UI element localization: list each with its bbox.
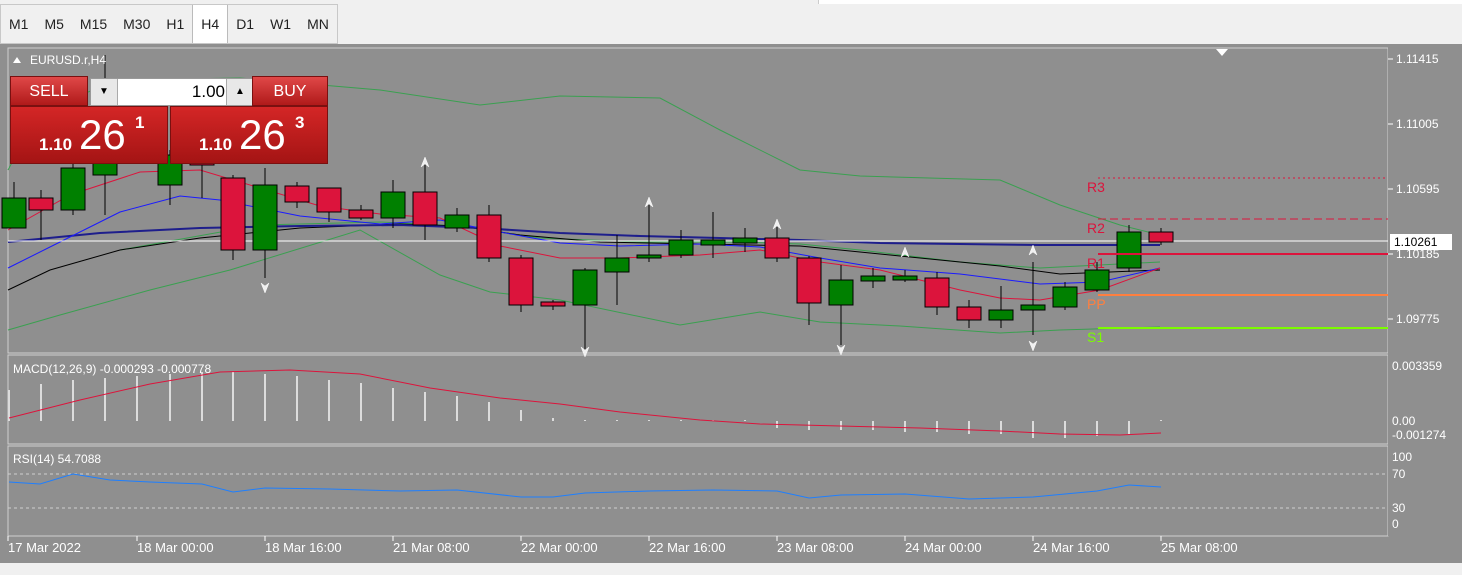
- time-axis-label: 22 Mar 16:00: [649, 540, 726, 555]
- candle-body: [1052, 286, 1078, 308]
- timeframe-h1[interactable]: H1: [158, 5, 192, 43]
- candle-body: [988, 309, 1014, 321]
- one-click-trading-panel: SELL ▼ 1.00 ▲ BUY 1.10 26 1 1.10 26 3: [10, 76, 328, 164]
- candle-body: [508, 257, 534, 306]
- candle-body: [764, 237, 790, 259]
- timeframe-m5[interactable]: M5: [36, 5, 71, 43]
- price-axis-label: 1.10595: [1396, 182, 1440, 196]
- lot-size-input[interactable]: ▼ 1.00 ▲: [90, 78, 254, 106]
- buy-price-prefix: 1.10: [199, 135, 233, 154]
- sell-price-big: 26: [79, 111, 126, 158]
- time-axis-label: 23 Mar 08:00: [777, 540, 854, 555]
- candle-body: [572, 269, 598, 306]
- bottom-tab-strip[interactable]: [0, 563, 1462, 570]
- candle-body: [732, 237, 758, 244]
- timeframe-mn[interactable]: MN: [299, 5, 337, 43]
- candle-body: [828, 279, 854, 306]
- rsi-axis-label: 100: [1392, 450, 1412, 464]
- macd-panel: [7, 354, 1389, 445]
- pivot-label: R2: [1087, 220, 1105, 236]
- candle-body: [1020, 304, 1046, 311]
- time-axis-label: 25 Mar 08:00: [1161, 540, 1238, 555]
- candle-body: [636, 254, 662, 259]
- sell-button[interactable]: SELL: [10, 76, 88, 106]
- timeframe-h4[interactable]: H4: [192, 5, 229, 43]
- buy-price-sup: 3: [295, 113, 305, 132]
- candle-body: [1084, 269, 1110, 291]
- rsi-panel: [7, 445, 1389, 537]
- candle-body: [1116, 231, 1142, 269]
- time-axis-label: 22 Mar 00:00: [521, 540, 598, 555]
- candle-body: [668, 239, 694, 256]
- candle-body: [284, 185, 310, 203]
- time-axis-label: 18 Mar 00:00: [137, 540, 214, 555]
- macd-label: MACD(12,26,9) -0.000293 -0.000778: [13, 362, 211, 376]
- timeframe-m1[interactable]: M1: [1, 5, 36, 43]
- candle-body: [476, 214, 502, 259]
- candle-body: [348, 209, 374, 219]
- top-scroll-track: [818, 0, 1462, 4]
- buy-price-big: 26: [239, 111, 286, 158]
- rsi-axis-label: 70: [1392, 467, 1406, 481]
- sell-price-box[interactable]: 1.10 26 1: [10, 106, 168, 164]
- timeframe-d1[interactable]: D1: [228, 5, 262, 43]
- macd-axis-label: -0.001274: [1392, 428, 1446, 442]
- lot-increase-icon[interactable]: ▲: [226, 79, 253, 105]
- macd-axis-label: 0.00: [1392, 414, 1416, 428]
- candle-body: [1148, 231, 1174, 243]
- pivot-label: S1: [1087, 329, 1104, 345]
- candle-body: [892, 275, 918, 281]
- price-axis-label: 1.11415: [1396, 52, 1439, 66]
- candle-body: [924, 277, 950, 308]
- rsi-label: RSI(14) 54.7088: [13, 452, 101, 466]
- time-axis-label: 24 Mar 00:00: [905, 540, 982, 555]
- rsi-axis-label: 0: [1392, 517, 1399, 531]
- candle-body: [316, 187, 342, 213]
- candle-body: [604, 257, 630, 273]
- timeframe-m15[interactable]: M15: [72, 5, 115, 43]
- time-axis-label: 18 Mar 16:00: [265, 540, 342, 555]
- candle-body: [60, 167, 86, 211]
- candle-body: [380, 191, 406, 219]
- candle-body: [252, 184, 278, 251]
- candle-body: [412, 191, 438, 226]
- time-axis-label: 17 Mar 2022: [8, 540, 81, 555]
- candle-body: [1, 197, 27, 229]
- time-axis-label: 24 Mar 16:00: [1033, 540, 1110, 555]
- sell-price-prefix: 1.10: [39, 135, 73, 154]
- pivot-label: R1: [1087, 255, 1105, 271]
- candle-body: [540, 301, 566, 307]
- pivot-label: PP: [1087, 296, 1106, 312]
- timeframe-w1[interactable]: W1: [262, 5, 299, 43]
- timeframe-m30[interactable]: M30: [115, 5, 158, 43]
- candle-body: [444, 214, 470, 229]
- chart-title: EURUSD.r,H4: [30, 53, 106, 67]
- sell-price-sup: 1: [135, 113, 145, 132]
- candle-body: [700, 239, 726, 246]
- pivot-label: R3: [1087, 179, 1105, 195]
- candle-body: [796, 257, 822, 304]
- price-axis-label: 1.09775: [1396, 312, 1440, 326]
- buy-price-box[interactable]: 1.10 26 3: [170, 106, 328, 164]
- price-axis-label: 1.11005: [1396, 117, 1439, 131]
- lot-value[interactable]: 1.00: [119, 79, 225, 105]
- time-axis-label: 21 Mar 08:00: [393, 540, 470, 555]
- buy-button[interactable]: BUY: [252, 76, 328, 106]
- macd-axis-label: 0.003359: [1392, 359, 1442, 373]
- candle-body: [956, 306, 982, 321]
- candle-body: [860, 275, 886, 282]
- rsi-axis-label: 30: [1392, 501, 1406, 515]
- timeframe-group: M1 M5 M15 M30 H1 H4 D1 W1 MN: [0, 4, 338, 44]
- candle-body: [220, 177, 246, 251]
- timeframe-toolbar: M1 M5 M15 M30 H1 H4 D1 W1 MN: [0, 0, 1462, 45]
- lot-decrease-icon[interactable]: ▼: [91, 79, 118, 105]
- current-price-label: 1.10261: [1394, 235, 1438, 249]
- candle-body: [28, 197, 54, 211]
